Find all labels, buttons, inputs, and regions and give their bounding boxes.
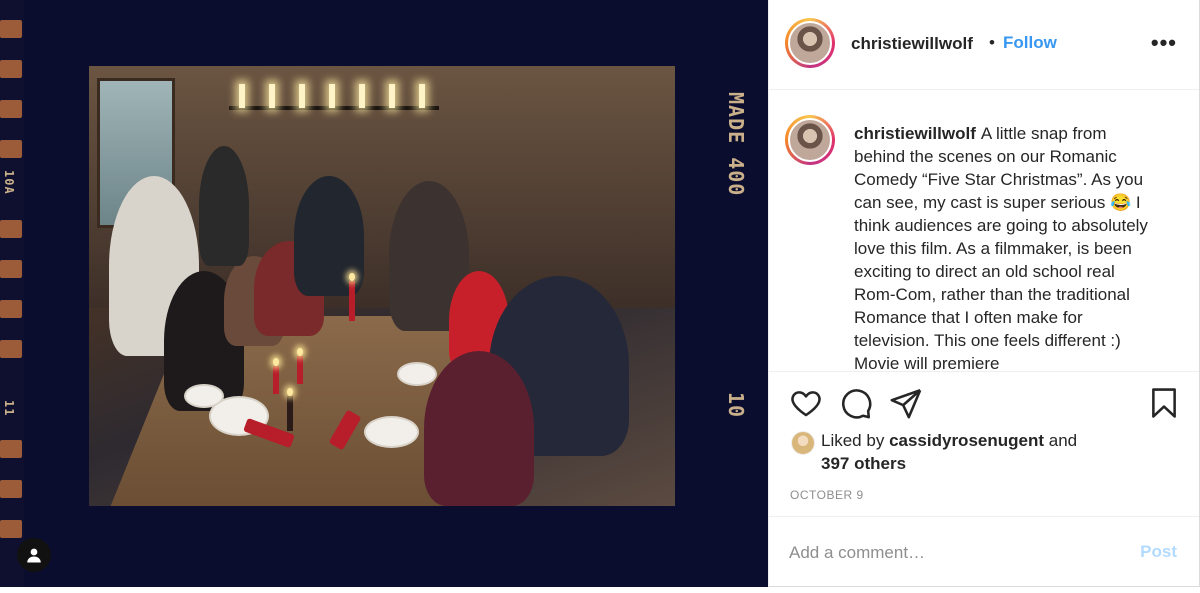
post-header: christiewillwolf • Follow ••• xyxy=(769,0,1199,90)
comment-bubble-icon xyxy=(842,389,872,419)
post-date[interactable]: OCTOBER 9 xyxy=(790,488,864,502)
comment-button[interactable] xyxy=(839,386,873,420)
post-photo xyxy=(89,66,675,506)
comment-input[interactable] xyxy=(789,539,1119,567)
post-caption: christiewillwolf A little snap from behin… xyxy=(854,122,1154,370)
liker-username-link[interactable]: cassidyrosenugent xyxy=(889,431,1044,450)
liked-by-joiner: and xyxy=(1048,431,1078,450)
caption-text: A little snap from behind the scenes on … xyxy=(854,124,1148,370)
liker-avatar[interactable] xyxy=(791,431,815,455)
likes-count-link[interactable]: 397 others xyxy=(821,454,906,474)
author-avatar[interactable] xyxy=(785,18,835,68)
author-username-link[interactable]: christiewillwolf xyxy=(851,34,973,54)
post-actions: Liked by cassidyrosenugent and 397 other… xyxy=(769,371,1199,516)
person-icon xyxy=(27,548,41,563)
post-media[interactable]: 10A 11 MADE 400 10 xyxy=(0,0,768,587)
liked-by-prefix: Liked by xyxy=(821,431,885,450)
share-button[interactable] xyxy=(889,386,923,420)
film-marking-frame-number: 10 xyxy=(724,392,748,419)
bookmark-icon xyxy=(1152,388,1176,418)
tagged-users-button[interactable] xyxy=(17,538,51,572)
post-side-panel: christiewillwolf • Follow ••• christiewi… xyxy=(768,0,1200,587)
heart-icon xyxy=(791,391,821,417)
save-button[interactable] xyxy=(1147,386,1181,420)
film-marking-left-top: 10A xyxy=(2,170,16,195)
post-comment-button[interactable]: Post xyxy=(1140,542,1177,562)
header-separator: • xyxy=(989,33,995,52)
paper-plane-icon xyxy=(890,389,922,419)
caption-author-link[interactable]: christiewillwolf xyxy=(854,124,976,143)
film-marking-made: MADE 400 xyxy=(724,92,748,197)
more-options-icon[interactable]: ••• xyxy=(1151,30,1177,56)
film-strip xyxy=(0,0,24,587)
liked-by-line: Liked by cassidyrosenugent and xyxy=(821,431,1077,451)
follow-button[interactable]: Follow xyxy=(1003,33,1057,53)
comment-box: Post xyxy=(769,516,1199,587)
caption-author-avatar[interactable] xyxy=(785,115,835,165)
film-marking-left-bottom: 11 xyxy=(2,400,16,417)
like-button[interactable] xyxy=(789,386,823,420)
caption-area: christiewillwolf A little snap from behin… xyxy=(769,91,1199,370)
